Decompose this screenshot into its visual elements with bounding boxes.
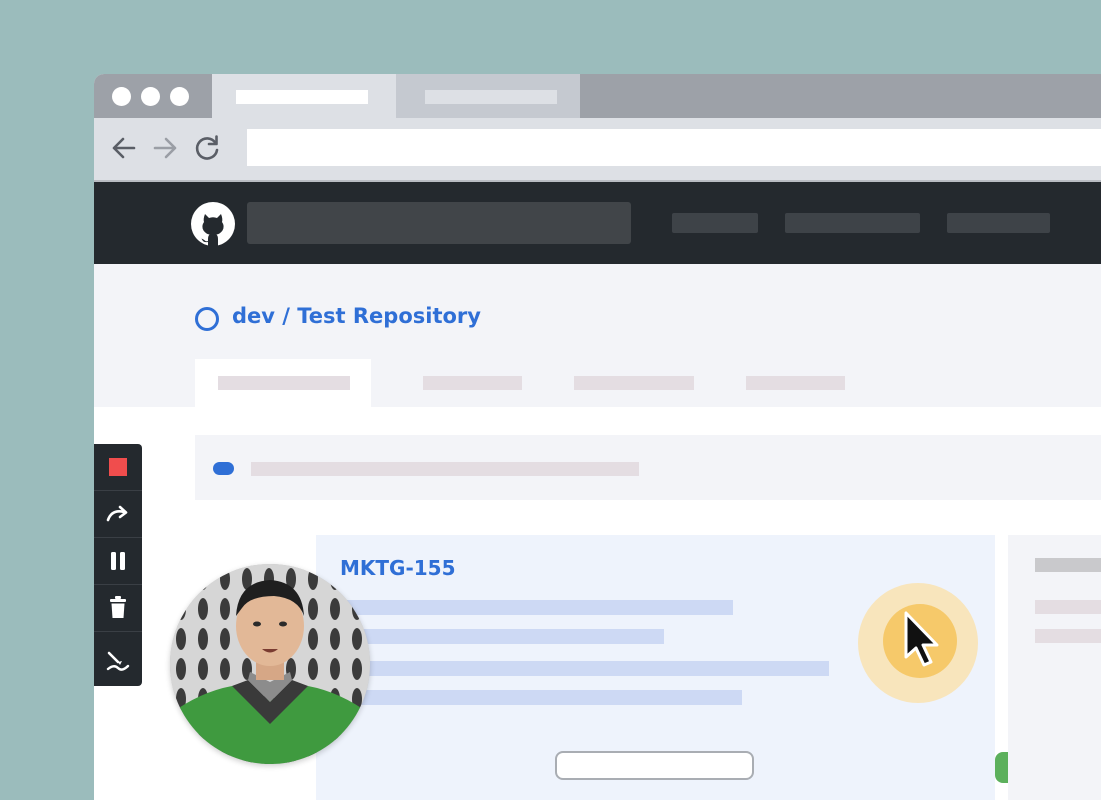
restart-recording-button[interactable] <box>94 491 142 538</box>
repository-header: dev / Test Repository <box>94 264 1101 407</box>
window-maximize-dot[interactable] <box>170 87 189 106</box>
presenter-webcam-bubble[interactable] <box>170 564 370 764</box>
notice-bar <box>195 435 1101 500</box>
tab-title-placeholder <box>236 90 368 104</box>
pause-icon <box>111 552 125 570</box>
pen-draw-icon <box>106 651 130 671</box>
window-minimize-dot[interactable] <box>141 87 160 106</box>
side-panel <box>1008 535 1101 800</box>
stop-recording-button[interactable] <box>94 444 142 491</box>
repo-tab[interactable] <box>746 376 845 390</box>
repo-tab[interactable] <box>423 376 522 390</box>
github-nav-item[interactable] <box>947 213 1050 233</box>
arrow-right-icon[interactable] <box>149 132 181 164</box>
status-pill <box>213 462 234 475</box>
click-highlight <box>858 583 978 703</box>
text-line-placeholder <box>343 629 664 644</box>
text-line-placeholder <box>343 600 733 615</box>
presenter-avatar <box>170 564 370 764</box>
repository-title[interactable]: dev / Test Repository <box>232 304 481 328</box>
github-logo-icon[interactable] <box>190 201 236 247</box>
window-controls <box>112 87 189 106</box>
stop-icon <box>109 458 127 476</box>
browser-tab-active[interactable] <box>212 74 396 118</box>
tab-label-placeholder <box>218 376 350 390</box>
mouse-pointer-icon <box>904 611 939 667</box>
repo-circle-icon <box>195 307 219 331</box>
draw-tool-button[interactable] <box>94 638 142 685</box>
notice-text-placeholder <box>251 462 639 476</box>
delete-recording-button[interactable] <box>94 585 142 632</box>
repo-tab[interactable] <box>574 376 694 390</box>
trash-icon <box>110 596 126 618</box>
issue-card: MKTG-155 <box>316 535 1101 800</box>
github-nav-item[interactable] <box>672 213 758 233</box>
arrow-left-icon[interactable] <box>108 132 140 164</box>
secondary-button[interactable] <box>555 751 754 780</box>
window-close-dot[interactable] <box>112 87 131 106</box>
url-input[interactable] <box>247 129 1101 166</box>
text-line-placeholder <box>343 661 829 676</box>
tab-title-placeholder <box>425 90 557 104</box>
side-text-placeholder <box>1035 600 1101 614</box>
github-header <box>94 182 1101 264</box>
github-nav-item[interactable] <box>785 213 920 233</box>
github-search-input[interactable] <box>247 202 631 244</box>
side-text-placeholder <box>1035 629 1101 643</box>
reload-icon[interactable] <box>191 132 223 164</box>
browser-tab-bar <box>94 74 1101 118</box>
repo-tab-active[interactable] <box>195 359 371 407</box>
text-line-placeholder <box>343 690 742 705</box>
pause-recording-button[interactable] <box>94 538 142 585</box>
side-heading-placeholder <box>1035 558 1101 572</box>
redo-arrow-icon <box>106 505 128 522</box>
recording-toolbar <box>94 444 142 686</box>
browser-address-bar <box>94 118 1101 182</box>
issue-title[interactable]: MKTG-155 <box>340 556 456 580</box>
browser-tab-inactive[interactable] <box>396 74 580 118</box>
